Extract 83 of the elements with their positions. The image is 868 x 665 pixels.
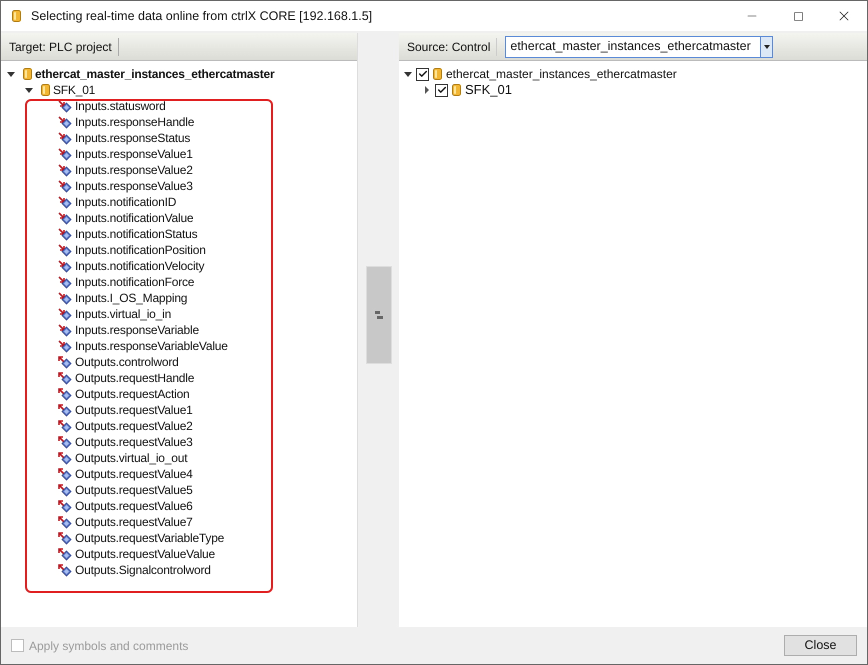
expanded-caret-icon[interactable] — [25, 86, 33, 94]
tree-item[interactable]: Inputs.statusword — [75, 97, 166, 115]
input-variable-icon — [58, 180, 72, 192]
database-icon — [41, 84, 50, 96]
output-variable-icon — [58, 564, 72, 576]
database-icon — [12, 10, 21, 22]
database-icon — [23, 68, 32, 80]
target-label: Target: PLC project — [9, 38, 119, 56]
tree-item[interactable]: Inputs.responseValue3 — [75, 177, 193, 195]
close-button[interactable]: Close — [784, 635, 857, 656]
output-variable-icon — [58, 404, 72, 416]
tree-item[interactable]: Inputs.responseValue1 — [75, 145, 193, 163]
input-variable-icon — [58, 276, 72, 288]
tree-item[interactable]: Inputs.notificationVelocity — [75, 257, 204, 275]
tree-item[interactable]: Inputs.notificationPosition — [75, 241, 206, 259]
database-icon — [433, 68, 442, 80]
output-variable-icon — [58, 468, 72, 480]
tree-item[interactable]: Inputs.notificationStatus — [75, 225, 198, 243]
tree-item[interactable]: Outputs.requestAction — [75, 385, 190, 403]
output-variable-icon — [58, 532, 72, 544]
tree-item[interactable]: Inputs.notificationForce — [75, 273, 194, 291]
output-variable-icon — [58, 484, 72, 496]
expanded-caret-icon[interactable] — [404, 70, 412, 78]
output-variable-icon — [58, 356, 72, 368]
output-variable-icon — [58, 548, 72, 560]
tree-item[interactable]: Inputs.responseValue2 — [75, 161, 193, 179]
tree-item[interactable]: Inputs.responseStatus — [75, 129, 190, 147]
input-variable-icon — [58, 116, 72, 128]
input-variable-icon — [58, 340, 72, 352]
tree-item[interactable]: Inputs.virtual_io_in — [75, 305, 172, 323]
window-title: Selecting real-time data online from ctrlX CORE [192.168.1.5] — [31, 8, 372, 25]
tree-item[interactable]: Outputs.requestValue2 — [75, 417, 193, 435]
tree-item[interactable]: Outputs.controlword — [75, 353, 179, 371]
tree-item[interactable]: Outputs.Signalcontrolword — [75, 561, 211, 579]
output-variable-icon — [58, 436, 72, 448]
tree-item[interactable]: Outputs.virtual_io_out — [75, 449, 188, 467]
input-variable-icon — [58, 212, 72, 224]
input-variable-icon — [58, 308, 72, 320]
tree-item[interactable]: Outputs.requestValue1 — [75, 401, 193, 419]
tree-item[interactable]: Outputs.requestValue3 — [75, 433, 193, 451]
input-variable-icon — [58, 164, 72, 176]
output-variable-icon — [58, 500, 72, 512]
tree-item[interactable]: Inputs.responseVariable — [75, 321, 199, 339]
source-label: Source: Control — [407, 38, 498, 56]
tree-item[interactable]: ethercat_master_instances_ethercatmaster — [35, 65, 274, 83]
output-variable-icon — [58, 452, 72, 464]
tree-item[interactable]: Inputs.I_OS_Mapping — [75, 289, 188, 307]
checkbox[interactable] — [416, 68, 429, 80]
checkbox[interactable] — [435, 84, 448, 96]
database-icon — [452, 84, 461, 96]
input-variable-icon — [58, 196, 72, 208]
collapsed-caret-icon[interactable] — [423, 86, 431, 94]
tree-item[interactable]: Outputs.requestValueValue — [75, 545, 215, 563]
input-variable-icon — [58, 228, 72, 240]
tree-item[interactable]: Inputs.notificationID — [75, 193, 176, 211]
tree-item[interactable]: ethercat_master_instances_ethercatmaster — [446, 65, 677, 83]
transfer-icon — [374, 310, 382, 320]
tree-item[interactable]: SFK_01 — [53, 81, 96, 99]
tree-item[interactable]: Outputs.requestValue7 — [75, 513, 193, 531]
input-variable-icon — [58, 132, 72, 144]
tree-item[interactable]: Outputs.requestHandle — [75, 369, 194, 387]
tree-item[interactable]: Outputs.requestValue5 — [75, 481, 193, 499]
output-variable-icon — [58, 420, 72, 432]
output-variable-icon — [58, 388, 72, 400]
tree-item[interactable]: Inputs.responseVariableValue — [75, 337, 228, 355]
input-variable-icon — [58, 100, 72, 112]
source-dropdown[interactable]: ethercat_master_instances_ethercatmaster — [505, 36, 774, 58]
tree-item[interactable]: SFK_01 — [465, 80, 512, 100]
dropdown-caret-icon[interactable] — [760, 36, 772, 56]
tree-item[interactable]: Inputs.notificationValue — [75, 209, 194, 227]
input-variable-icon — [58, 244, 72, 256]
tree-item[interactable]: Outputs.requestValue6 — [75, 497, 193, 515]
tree-item[interactable]: Outputs.requestVariableType — [75, 529, 224, 547]
tree-item[interactable]: Outputs.requestValue4 — [75, 465, 193, 483]
input-variable-icon — [58, 292, 72, 304]
input-variable-icon — [58, 148, 72, 160]
input-variable-icon — [58, 260, 72, 272]
tree-item[interactable]: Inputs.responseHandle — [75, 113, 194, 131]
output-variable-icon — [58, 516, 72, 528]
input-variable-icon — [58, 324, 72, 336]
apply-label: Apply symbols and comments — [29, 638, 188, 654]
expanded-caret-icon[interactable] — [7, 70, 15, 78]
output-variable-icon — [58, 372, 72, 384]
